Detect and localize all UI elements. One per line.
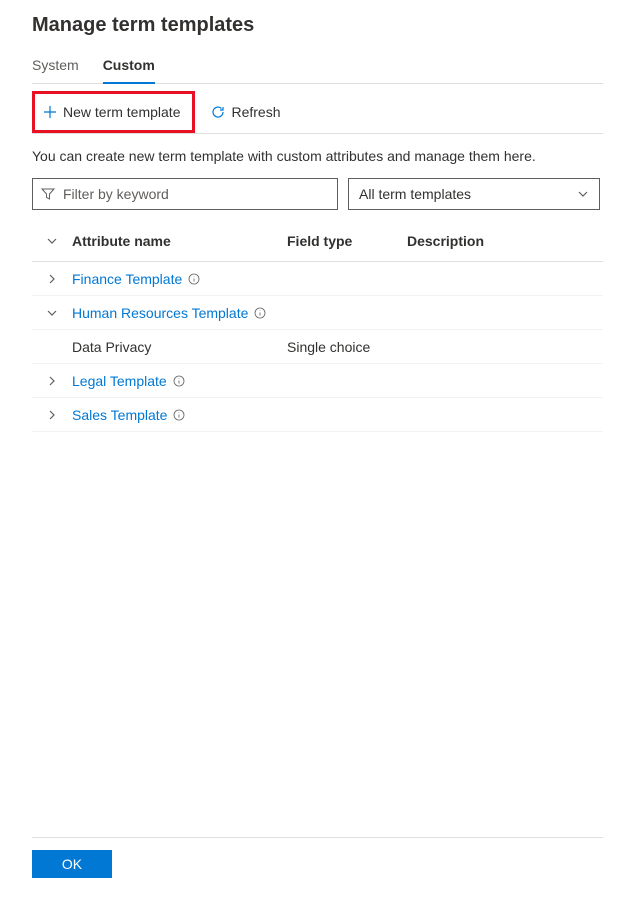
template-link[interactable]: Human Resources Template xyxy=(72,305,287,321)
page-title: Manage term templates xyxy=(32,14,603,37)
column-attribute-name: Attribute name xyxy=(72,233,287,249)
chevron-down-icon xyxy=(46,235,58,247)
template-link[interactable]: Finance Template xyxy=(72,271,287,287)
table-row: Legal Template xyxy=(32,364,603,398)
dropdown-selected-label: All term templates xyxy=(359,186,471,202)
template-name-text: Human Resources Template xyxy=(72,305,248,321)
attribute-field-type: Single choice xyxy=(287,339,407,355)
template-link[interactable]: Legal Template xyxy=(72,373,287,389)
table-row: Human Resources Template xyxy=(32,296,603,330)
refresh-icon xyxy=(211,105,225,119)
new-term-template-button[interactable]: New term template xyxy=(35,98,188,126)
filter-input[interactable] xyxy=(63,186,329,202)
filter-input-wrapper[interactable] xyxy=(32,178,338,210)
ok-button[interactable]: OK xyxy=(32,850,112,878)
template-name-text: Finance Template xyxy=(72,271,182,287)
filter-icon xyxy=(41,187,55,201)
chevron-right-icon xyxy=(46,273,58,285)
chevron-down-icon xyxy=(46,307,58,319)
info-icon[interactable] xyxy=(188,273,200,285)
footer: OK xyxy=(32,837,603,878)
template-link[interactable]: Sales Template xyxy=(72,407,287,423)
tab-system[interactable]: System xyxy=(32,51,79,83)
tab-custom[interactable]: Custom xyxy=(103,51,155,83)
info-icon[interactable] xyxy=(254,307,266,319)
column-field-type: Field type xyxy=(287,233,407,249)
plus-icon xyxy=(43,105,57,119)
highlight-annotation: New term template xyxy=(32,91,195,133)
info-icon[interactable] xyxy=(173,375,185,387)
new-term-template-label: New term template xyxy=(63,104,180,120)
tab-bar: System Custom xyxy=(32,51,603,84)
template-name-text: Sales Template xyxy=(72,407,167,423)
chevron-right-icon xyxy=(46,375,58,387)
expand-toggle[interactable] xyxy=(32,409,72,421)
template-filter-dropdown[interactable]: All term templates xyxy=(348,178,600,210)
attribute-name: Data Privacy xyxy=(72,339,287,355)
info-icon[interactable] xyxy=(173,409,185,421)
expand-toggle[interactable] xyxy=(32,307,72,319)
refresh-button[interactable]: Refresh xyxy=(203,98,288,126)
template-name-text: Legal Template xyxy=(72,373,167,389)
table-header: Attribute name Field type Description xyxy=(32,220,603,262)
header-toggle[interactable] xyxy=(32,235,72,247)
table-row: Data Privacy Single choice xyxy=(32,330,603,364)
chevron-right-icon xyxy=(46,409,58,421)
table-row: Finance Template xyxy=(32,262,603,296)
description-text: You can create new term template with cu… xyxy=(32,148,603,164)
column-description: Description xyxy=(407,233,603,249)
expand-toggle[interactable] xyxy=(32,375,72,387)
toolbar: New term template Refresh xyxy=(32,90,603,134)
expand-toggle[interactable] xyxy=(32,273,72,285)
refresh-label: Refresh xyxy=(231,104,280,120)
chevron-down-icon xyxy=(577,188,589,200)
table-row: Sales Template xyxy=(32,398,603,432)
controls-row: All term templates xyxy=(32,178,603,210)
